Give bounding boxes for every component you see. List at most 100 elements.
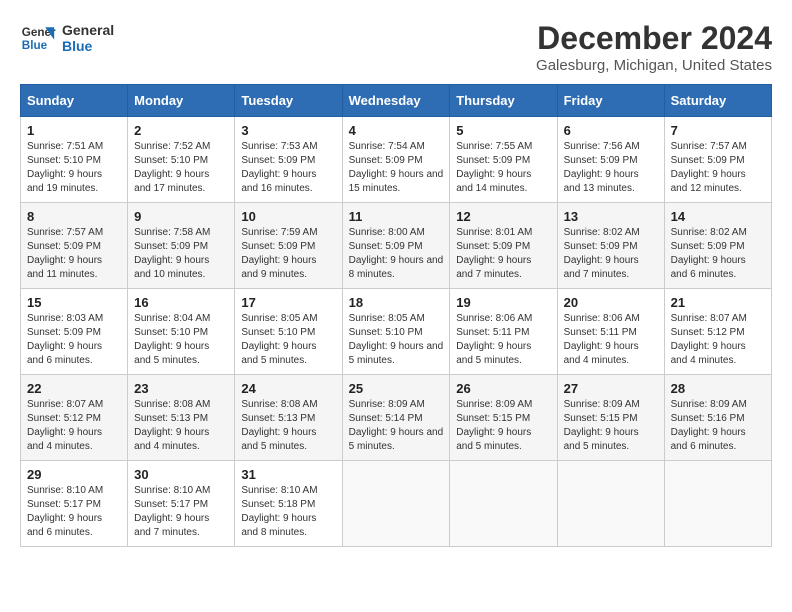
sunset-label: Sunset: 5:10 PM — [349, 327, 423, 338]
day-info: Sunrise: 8:08 AM Sunset: 5:13 PM Dayligh… — [134, 398, 228, 454]
daylight-label: Daylight: 9 hours and 7 minutes. — [564, 255, 639, 280]
day-info: Sunrise: 7:53 AM Sunset: 5:09 PM Dayligh… — [241, 140, 335, 196]
sunrise-label: Sunrise: 8:06 AM — [456, 313, 532, 324]
calendar-body: 1 Sunrise: 7:51 AM Sunset: 5:10 PM Dayli… — [21, 117, 772, 547]
sunset-label: Sunset: 5:10 PM — [134, 327, 208, 338]
col-monday: Monday — [128, 85, 235, 117]
day-number: 19 — [456, 295, 550, 310]
sunrise-label: Sunrise: 8:08 AM — [134, 399, 210, 410]
day-number: 20 — [564, 295, 658, 310]
table-row: 29 Sunrise: 8:10 AM Sunset: 5:17 PM Dayl… — [21, 461, 128, 547]
header: General Blue General Blue December 2024 … — [20, 20, 772, 74]
daylight-label: Daylight: 9 hours and 5 minutes. — [564, 427, 639, 452]
table-row: 7 Sunrise: 7:57 AM Sunset: 5:09 PM Dayli… — [664, 117, 771, 203]
daylight-label: Daylight: 9 hours and 12 minutes. — [671, 169, 746, 194]
sunrise-label: Sunrise: 8:09 AM — [349, 399, 425, 410]
sunrise-label: Sunrise: 8:04 AM — [134, 313, 210, 324]
sunrise-label: Sunrise: 8:02 AM — [564, 227, 640, 238]
col-thursday: Thursday — [450, 85, 557, 117]
daylight-label: Daylight: 9 hours and 4 minutes. — [27, 427, 102, 452]
day-info: Sunrise: 8:00 AM Sunset: 5:09 PM Dayligh… — [349, 226, 444, 282]
sunrise-label: Sunrise: 8:07 AM — [671, 313, 747, 324]
sunset-label: Sunset: 5:09 PM — [349, 155, 423, 166]
sunrise-label: Sunrise: 8:10 AM — [27, 485, 103, 496]
day-number: 16 — [134, 295, 228, 310]
daylight-label: Daylight: 9 hours and 19 minutes. — [27, 169, 102, 194]
sunset-label: Sunset: 5:12 PM — [27, 413, 101, 424]
daylight-label: Daylight: 9 hours and 15 minutes. — [349, 169, 444, 194]
table-row: 4 Sunrise: 7:54 AM Sunset: 5:09 PM Dayli… — [342, 117, 450, 203]
day-info: Sunrise: 8:06 AM Sunset: 5:11 PM Dayligh… — [564, 312, 658, 368]
table-row: 8 Sunrise: 7:57 AM Sunset: 5:09 PM Dayli… — [21, 203, 128, 289]
sunset-label: Sunset: 5:18 PM — [241, 499, 315, 510]
daylight-label: Daylight: 9 hours and 4 minutes. — [671, 341, 746, 366]
sunrise-label: Sunrise: 7:58 AM — [134, 227, 210, 238]
table-row: 5 Sunrise: 7:55 AM Sunset: 5:09 PM Dayli… — [450, 117, 557, 203]
sunrise-label: Sunrise: 8:10 AM — [134, 485, 210, 496]
sunrise-label: Sunrise: 8:10 AM — [241, 485, 317, 496]
day-number: 11 — [349, 209, 444, 224]
day-number: 9 — [134, 209, 228, 224]
sunset-label: Sunset: 5:09 PM — [456, 155, 530, 166]
day-info: Sunrise: 7:54 AM Sunset: 5:09 PM Dayligh… — [349, 140, 444, 196]
sunset-label: Sunset: 5:10 PM — [134, 155, 208, 166]
svg-text:Blue: Blue — [22, 39, 48, 52]
day-number: 15 — [27, 295, 121, 310]
daylight-label: Daylight: 9 hours and 7 minutes. — [456, 255, 531, 280]
day-number: 3 — [241, 123, 335, 138]
sunset-label: Sunset: 5:09 PM — [134, 241, 208, 252]
sunset-label: Sunset: 5:16 PM — [671, 413, 745, 424]
daylight-label: Daylight: 9 hours and 5 minutes. — [134, 341, 209, 366]
daylight-label: Daylight: 9 hours and 11 minutes. — [27, 255, 102, 280]
day-number: 8 — [27, 209, 121, 224]
sunrise-label: Sunrise: 7:52 AM — [134, 141, 210, 152]
day-number: 22 — [27, 381, 121, 396]
daylight-label: Daylight: 9 hours and 5 minutes. — [456, 341, 531, 366]
logo-line2: Blue — [62, 38, 114, 54]
day-number: 18 — [349, 295, 444, 310]
day-info: Sunrise: 8:07 AM Sunset: 5:12 PM Dayligh… — [27, 398, 121, 454]
day-number: 7 — [671, 123, 765, 138]
table-row: 28 Sunrise: 8:09 AM Sunset: 5:16 PM Dayl… — [664, 375, 771, 461]
sunset-label: Sunset: 5:09 PM — [241, 155, 315, 166]
day-info: Sunrise: 7:51 AM Sunset: 5:10 PM Dayligh… — [27, 140, 121, 196]
sunrise-label: Sunrise: 8:09 AM — [456, 399, 532, 410]
sunrise-label: Sunrise: 7:53 AM — [241, 141, 317, 152]
sunset-label: Sunset: 5:09 PM — [27, 241, 101, 252]
day-number: 2 — [134, 123, 228, 138]
daylight-label: Daylight: 9 hours and 10 minutes. — [134, 255, 209, 280]
day-info: Sunrise: 8:08 AM Sunset: 5:13 PM Dayligh… — [241, 398, 335, 454]
day-number: 10 — [241, 209, 335, 224]
day-number: 23 — [134, 381, 228, 396]
col-friday: Friday — [557, 85, 664, 117]
day-info: Sunrise: 8:01 AM Sunset: 5:09 PM Dayligh… — [456, 226, 550, 282]
daylight-label: Daylight: 9 hours and 14 minutes. — [456, 169, 531, 194]
day-info: Sunrise: 7:57 AM Sunset: 5:09 PM Dayligh… — [27, 226, 121, 282]
day-info: Sunrise: 8:02 AM Sunset: 5:09 PM Dayligh… — [564, 226, 658, 282]
day-number: 13 — [564, 209, 658, 224]
day-info: Sunrise: 8:10 AM Sunset: 5:17 PM Dayligh… — [27, 484, 121, 540]
sunset-label: Sunset: 5:09 PM — [564, 155, 638, 166]
table-row: 3 Sunrise: 7:53 AM Sunset: 5:09 PM Dayli… — [235, 117, 342, 203]
table-row: 2 Sunrise: 7:52 AM Sunset: 5:10 PM Dayli… — [128, 117, 235, 203]
daylight-label: Daylight: 9 hours and 6 minutes. — [27, 513, 102, 538]
sunset-label: Sunset: 5:12 PM — [671, 327, 745, 338]
daylight-label: Daylight: 9 hours and 5 minutes. — [241, 341, 316, 366]
day-info: Sunrise: 8:05 AM Sunset: 5:10 PM Dayligh… — [349, 312, 444, 368]
table-row — [342, 461, 450, 547]
logo-icon: General Blue — [20, 20, 56, 56]
daylight-label: Daylight: 9 hours and 6 minutes. — [671, 427, 746, 452]
daylight-label: Daylight: 9 hours and 4 minutes. — [564, 341, 639, 366]
table-row: 11 Sunrise: 8:00 AM Sunset: 5:09 PM Dayl… — [342, 203, 450, 289]
table-row: 18 Sunrise: 8:05 AM Sunset: 5:10 PM Dayl… — [342, 289, 450, 375]
table-row: 17 Sunrise: 8:05 AM Sunset: 5:10 PM Dayl… — [235, 289, 342, 375]
sunrise-label: Sunrise: 8:09 AM — [564, 399, 640, 410]
day-number: 4 — [349, 123, 444, 138]
day-number: 5 — [456, 123, 550, 138]
daylight-label: Daylight: 9 hours and 8 minutes. — [241, 513, 316, 538]
sunset-label: Sunset: 5:10 PM — [27, 155, 101, 166]
day-number: 25 — [349, 381, 444, 396]
logo-line1: General — [62, 22, 114, 38]
sunrise-label: Sunrise: 7:55 AM — [456, 141, 532, 152]
sunset-label: Sunset: 5:15 PM — [564, 413, 638, 424]
